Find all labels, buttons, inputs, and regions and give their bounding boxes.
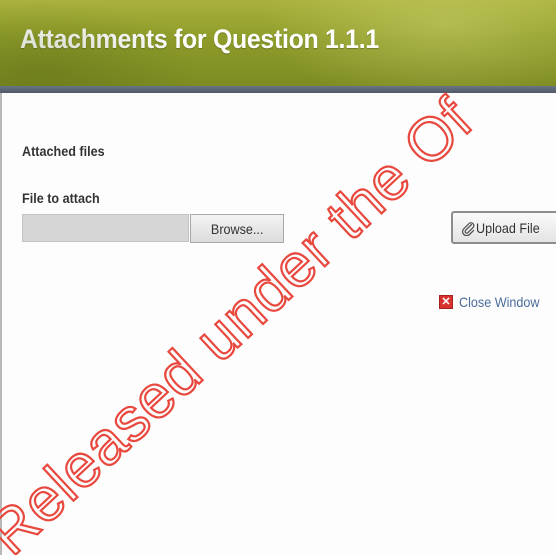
file-path-input[interactable] [22, 214, 189, 242]
close-window-link[interactable]: ✕ Close Window [439, 294, 548, 310]
close-icon: ✕ [439, 295, 453, 309]
attached-files-label: Attached files [22, 143, 105, 159]
attachments-window: Attachments for Question 1.1.1 Attached … [0, 0, 556, 555]
browse-button[interactable]: Browse... [190, 214, 284, 243]
header-divider [0, 86, 556, 93]
file-to-attach-label: File to attach [22, 190, 100, 206]
paperclip-icon [461, 221, 475, 236]
header-banner: Attachments for Question 1.1.1 [0, 0, 556, 86]
browse-button-label: Browse... [210, 220, 264, 237]
upload-file-button[interactable]: Upload File [451, 211, 556, 244]
page-title: Attachments for Question 1.1.1 [20, 24, 379, 54]
upload-file-label: Upload File [476, 219, 540, 236]
close-window-label: Close Window [459, 294, 540, 310]
